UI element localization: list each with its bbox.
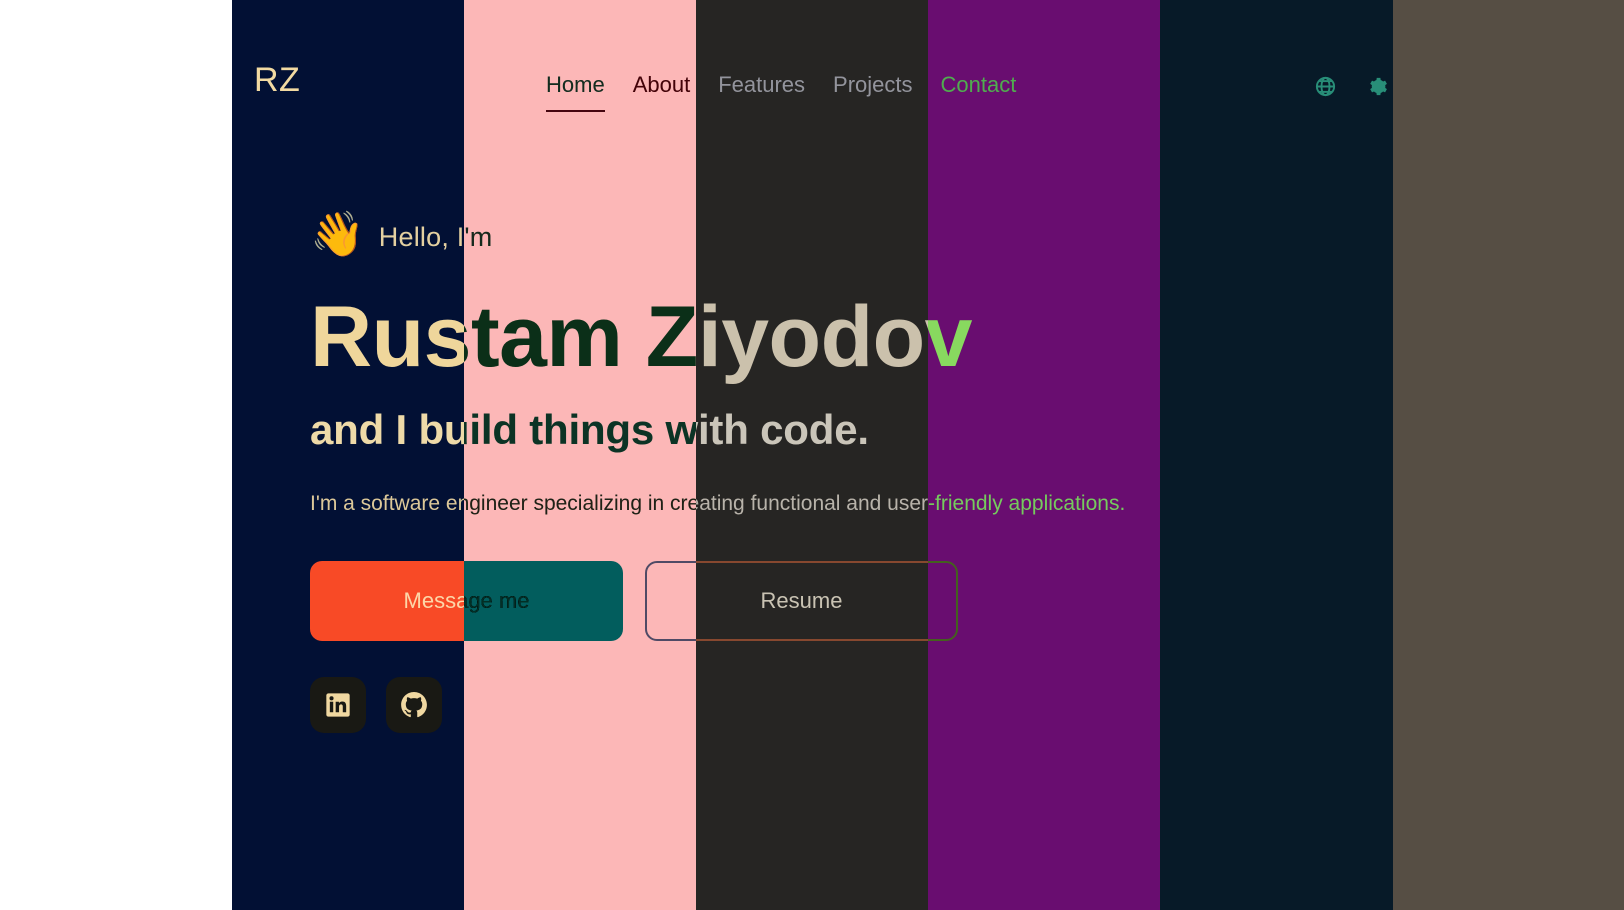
nav-item-home[interactable]: Home [546, 72, 633, 112]
page-content: RZ Home About Features Projects Contact [0, 0, 1624, 910]
hero-cta-group: Message me Resume [310, 561, 1310, 642]
globe-icon[interactable] [1313, 74, 1337, 98]
hero-social-links [310, 677, 1310, 734]
hero-section: 👋 Hello, I'm Rustam Ziyodov and I build … [310, 205, 1310, 734]
hero-greeting-text: Hello, I'm [378, 221, 493, 252]
message-me-button[interactable]: Message me [310, 561, 623, 642]
github-icon[interactable] [386, 677, 442, 734]
nav-item-projects[interactable]: Projects [833, 72, 940, 112]
hero-description: I'm a software engineer specializing in … [310, 492, 1126, 516]
brand-logo[interactable]: RZ [254, 63, 300, 97]
nav-item-contact[interactable]: Contact [941, 72, 1045, 112]
header-actions [1313, 74, 1389, 98]
nav-item-about[interactable]: About [633, 72, 719, 112]
hero-name-heading: Rustam Ziyodov [310, 289, 972, 385]
hero-greeting-row: 👋 Hello, I'm [310, 205, 1310, 269]
page-viewport: RZ Home About Features Projects Contact [0, 0, 1624, 910]
site-header: RZ Home About Features Projects Contact [0, 0, 1624, 176]
waving-hand-icon: 👋 [310, 210, 365, 259]
resume-button[interactable]: Resume [645, 561, 958, 642]
gear-icon[interactable] [1365, 74, 1389, 98]
linkedin-icon[interactable] [310, 677, 366, 734]
main-navigation: Home About Features Projects Contact [546, 72, 1044, 112]
nav-item-features[interactable]: Features [718, 72, 833, 112]
hero-tagline: and I build things with code. [310, 406, 869, 454]
